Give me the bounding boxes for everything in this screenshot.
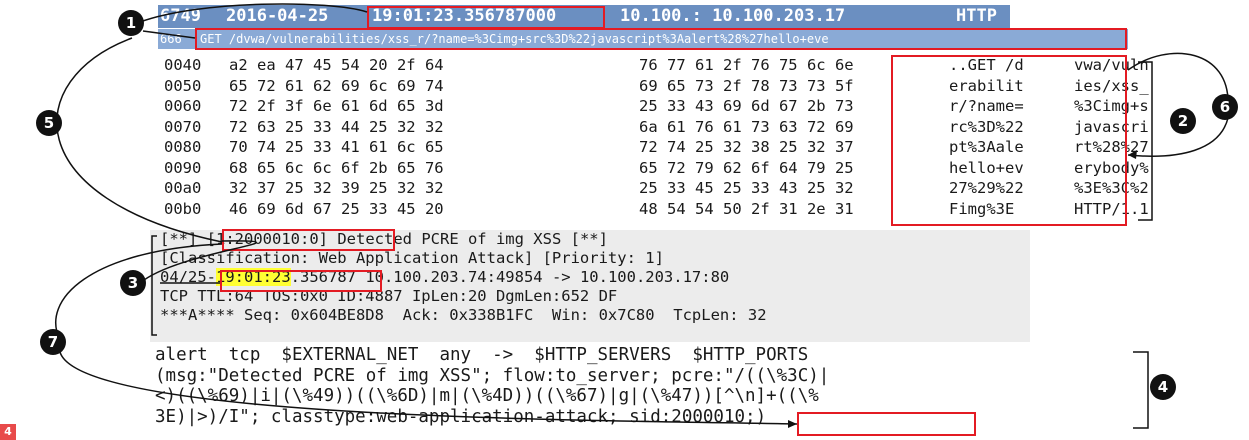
arrow-1-time [139,3,368,23]
connector-arrows [55,3,1229,429]
badge-3: 3 [120,270,146,296]
arrow-1-request [142,30,196,39]
badge-6: 6 [1212,94,1238,120]
bracket-ascii [1138,61,1153,221]
arrow-6-top [1127,52,1229,106]
badge-2: 2 [1170,108,1196,134]
bracket-rule [1133,351,1149,429]
badge-1: 1 [118,10,144,36]
arrow-7-bottom [59,351,798,425]
arrow-5-loop [56,37,223,243]
corner-page-badge: 4 [0,424,16,440]
badge-4: 4 [1150,374,1176,400]
badge-7: 7 [40,329,66,355]
badge-5: 5 [36,110,62,136]
arrow-3-sid [139,240,257,284]
